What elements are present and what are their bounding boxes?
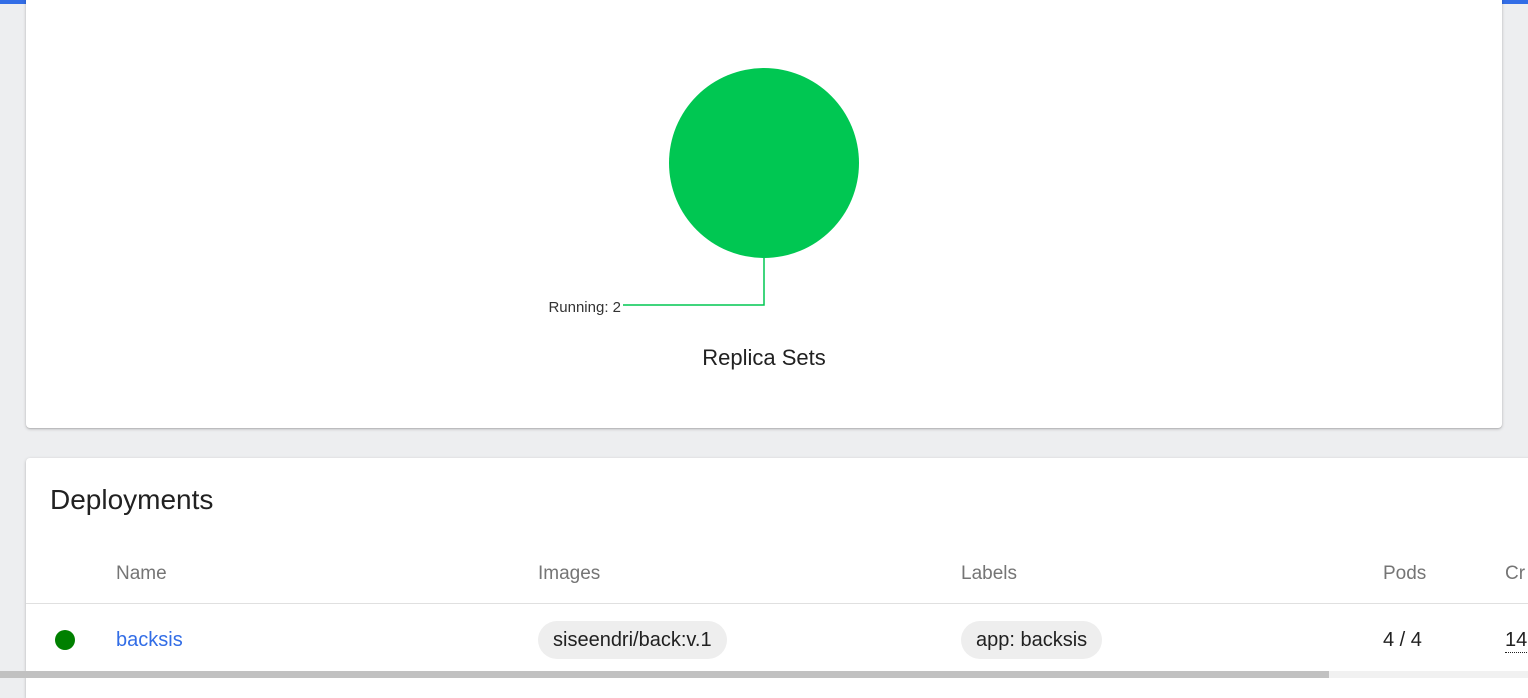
leader-line-running bbox=[623, 258, 765, 306]
label-chip[interactable]: app: backsis bbox=[961, 621, 1103, 659]
deployments-card: Deployments Name Images Labels Pods Cr b… bbox=[26, 458, 1528, 698]
pods-count: 4 / 4 bbox=[1383, 629, 1422, 651]
pie-slice-running bbox=[669, 68, 859, 258]
image-chip: siseendri/back:v.1 bbox=[538, 621, 727, 659]
column-header-pods: Pods bbox=[1383, 563, 1427, 584]
chart-title: Replica Sets bbox=[702, 345, 826, 370]
header-divider bbox=[26, 603, 1528, 604]
column-header-images: Images bbox=[538, 563, 601, 584]
column-header-name[interactable]: Name bbox=[116, 563, 167, 585]
horizontal-scrollbar[interactable] bbox=[0, 671, 1528, 678]
check-circle-icon bbox=[55, 630, 75, 650]
column-header-labels: Labels bbox=[961, 563, 1017, 584]
horizontal-scrollbar-thumb[interactable] bbox=[0, 671, 1329, 678]
deployment-name-link[interactable]: backsis bbox=[116, 629, 183, 652]
column-header-created[interactable]: Cr bbox=[1505, 563, 1525, 585]
section-title: Deployments bbox=[50, 484, 214, 515]
slice-label-running: Running: 2 bbox=[548, 299, 621, 316]
replica-sets-card: Running: 2 Replica Sets bbox=[26, 0, 1502, 428]
created-timestamp[interactable]: 14 bbox=[1505, 629, 1528, 653]
